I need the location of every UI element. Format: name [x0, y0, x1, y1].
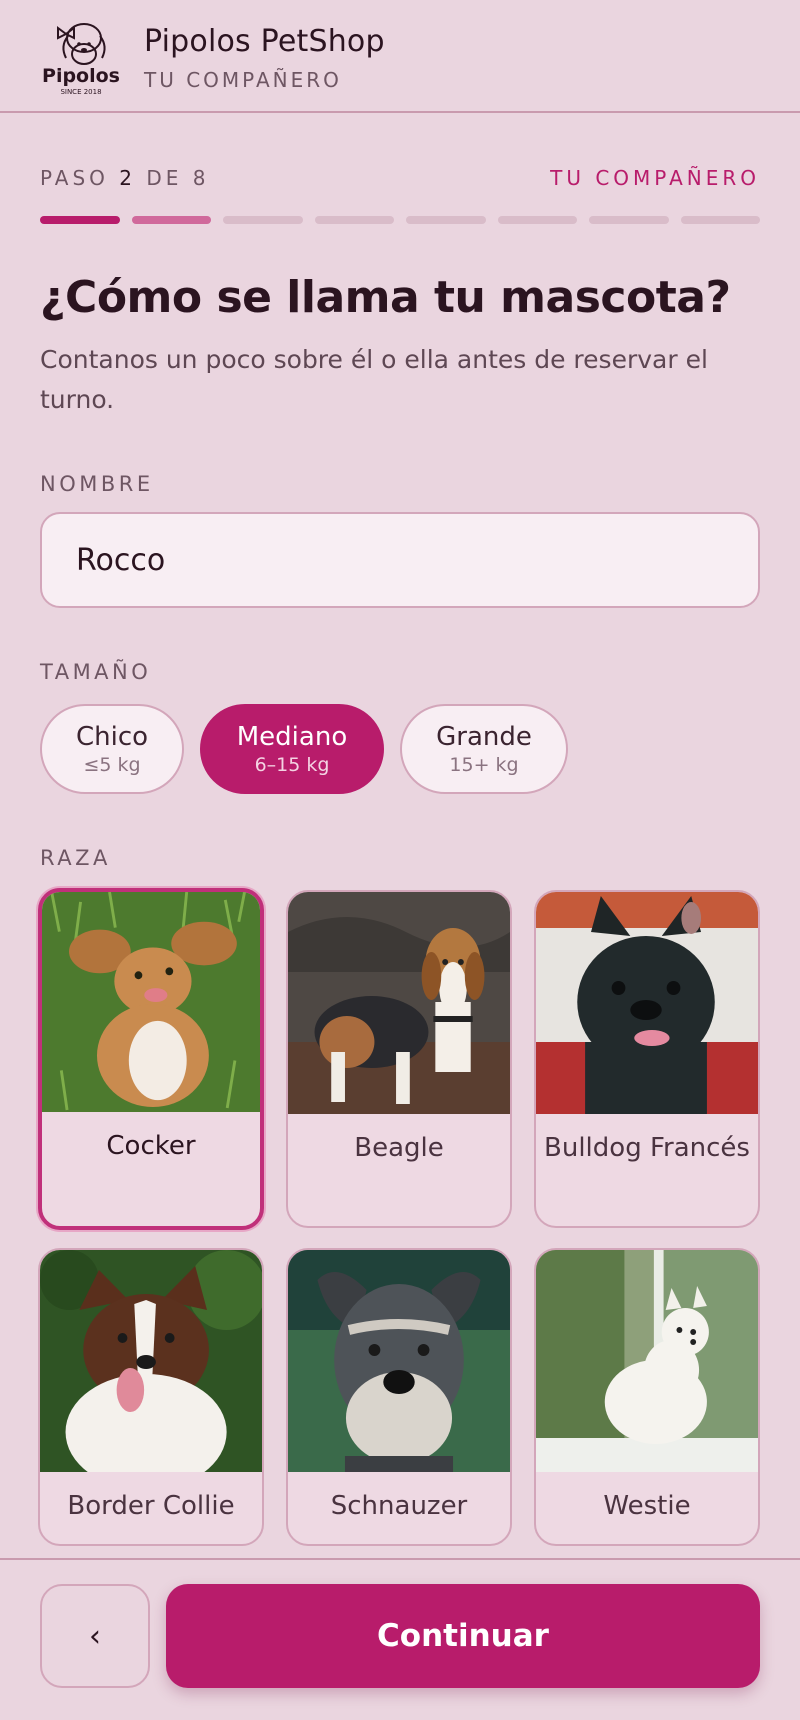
progress-segment [314, 216, 394, 224]
breed-name: Schnauzer [330, 1491, 468, 1521]
breed-card-westie[interactable]: Westie [534, 1248, 760, 1546]
breed-card-schnauzer[interactable]: Schnauzer [286, 1248, 512, 1546]
continue-button[interactable]: Continuar [166, 1584, 760, 1688]
schnauzer-photo [288, 1250, 510, 1472]
progress-segment [40, 216, 120, 224]
size-chip-chico[interactable]: Chico ≤5 kg [40, 704, 184, 794]
breed-name: Bulldog Francés [544, 1133, 750, 1163]
breed-name: Beagle [354, 1133, 444, 1163]
logo-text: Pipolos [42, 65, 120, 87]
step-counter: PASO 2 DE 8 [40, 166, 210, 190]
step-section-title: TU COMPAÑERO [550, 166, 760, 190]
back-button[interactable]: ‹ [40, 1584, 150, 1688]
page-subtitle: Contanos un poco sobre él o ella antes d… [40, 345, 708, 414]
cocker-photo [42, 892, 260, 1112]
breed-name: Border Collie [67, 1491, 235, 1521]
logo-since: SINCE 2018 [60, 88, 101, 96]
step-separator: DE [146, 166, 183, 190]
bulldog-photo [536, 892, 758, 1114]
page-title: ¿Cómo se llama tu mascota? [40, 272, 731, 323]
size-chip-grande[interactable]: Grande 15+ kg [400, 704, 568, 794]
size-weight: ≤5 kg [83, 754, 141, 776]
size-weight: 6–15 kg [254, 754, 330, 776]
brand-name: Pipolos PetShop [144, 24, 385, 59]
breed-label: RAZA [40, 846, 111, 870]
breed-card-border-collie[interactable]: Border Collie [38, 1248, 264, 1546]
westie-photo [536, 1250, 758, 1472]
breed-card-cocker[interactable]: Cocker [38, 888, 264, 1230]
size-weight: 15+ kg [449, 754, 519, 776]
step-total: 8 [192, 166, 210, 190]
progress-segment [497, 216, 577, 224]
pet-name-input[interactable] [40, 512, 760, 608]
brand-subtitle: TU COMPAÑERO [144, 68, 342, 92]
step-current: 2 [119, 166, 136, 190]
size-chip-mediano[interactable]: Mediano 6–15 kg [200, 704, 384, 794]
app-header: Pipolos SINCE 2018 Pipolos PetShop TU CO… [0, 0, 800, 113]
progress-segment [223, 216, 303, 224]
progress-segment [131, 216, 211, 224]
breed-card-bulldog-frances[interactable]: Bulldog Francés [534, 890, 760, 1228]
step-prefix: PASO [40, 166, 109, 190]
border-collie-photo [40, 1250, 262, 1472]
pipolos-logo[interactable]: Pipolos SINCE 2018 [38, 14, 124, 98]
progress-segment [589, 216, 669, 224]
size-label: TAMAÑO [40, 660, 152, 684]
breed-name: Cocker [106, 1131, 196, 1161]
breed-name: Westie [603, 1491, 691, 1521]
size-name: Chico [75, 722, 149, 752]
size-name: Mediano [236, 722, 348, 752]
size-name: Grande [436, 722, 532, 752]
step-progress-bar [40, 216, 760, 224]
progress-segment [406, 216, 486, 224]
name-label: NOMBRE [40, 472, 154, 496]
breed-card-beagle[interactable]: Beagle [286, 890, 512, 1228]
progress-segment [680, 216, 760, 224]
beagle-photo [288, 892, 510, 1114]
